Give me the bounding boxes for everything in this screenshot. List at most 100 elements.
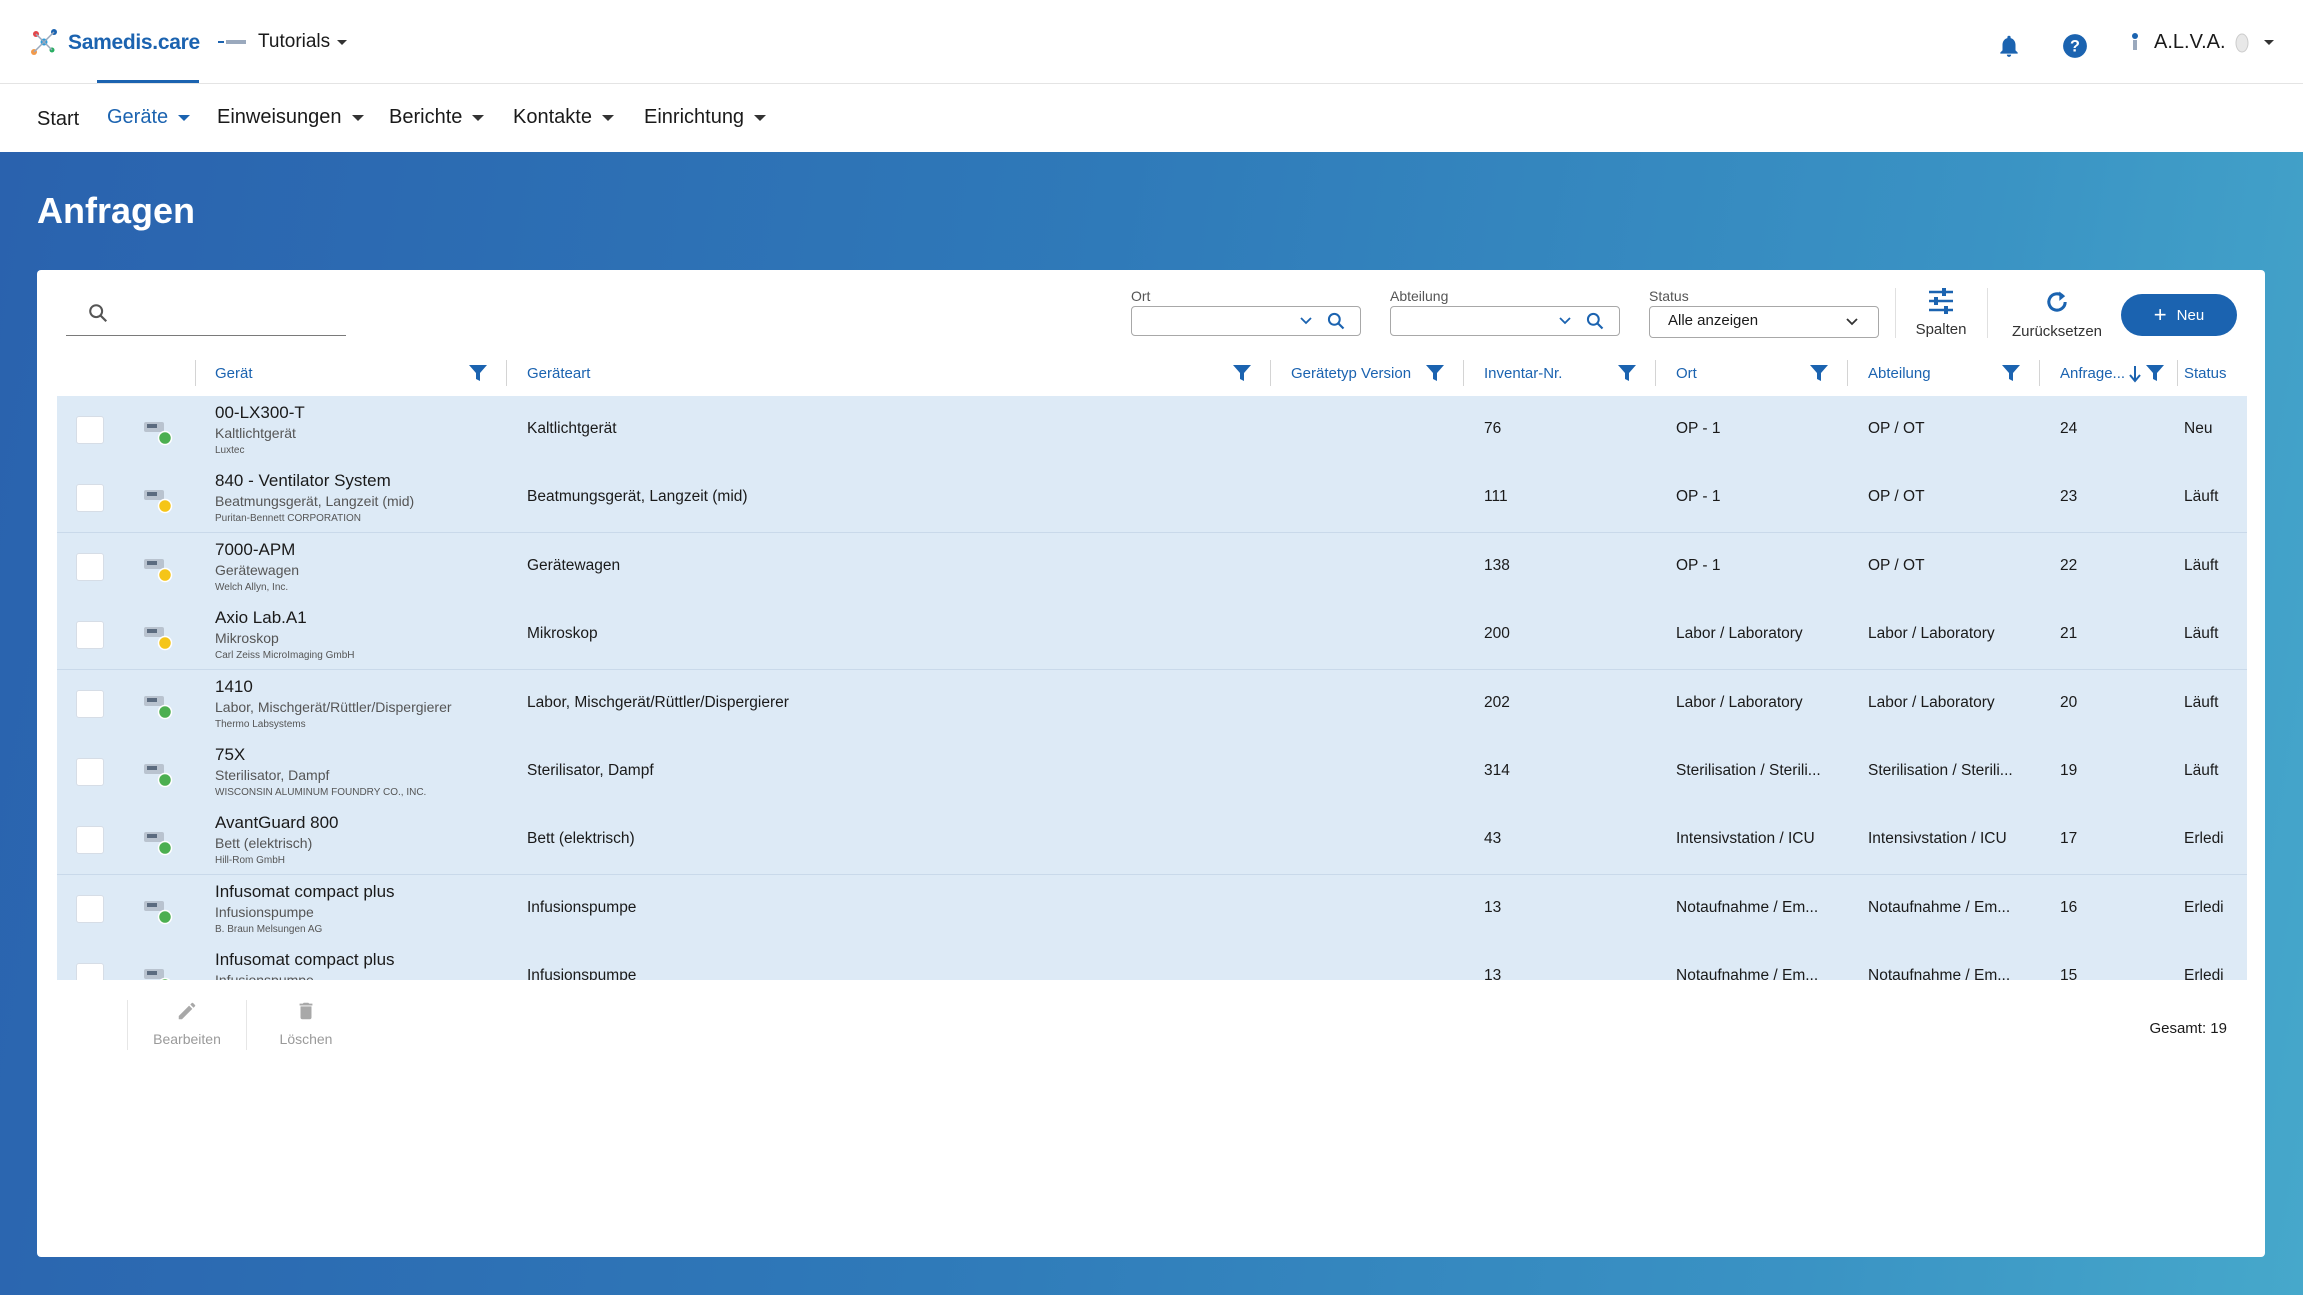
cell-inventar-nr: 76 <box>1484 420 1502 437</box>
filter-icon[interactable] <box>1232 363 1252 383</box>
filter-icon[interactable] <box>1809 363 1829 383</box>
device-thumbnail-icon <box>144 764 173 788</box>
tenant-logo-icon <box>218 40 246 44</box>
row-checkbox[interactable] <box>76 826 104 855</box>
device-thumbnail-icon <box>144 832 173 856</box>
row-checkbox[interactable] <box>76 484 104 513</box>
device-type: Kaltlichtgerät <box>215 425 296 441</box>
table-row[interactable]: 840 - Ventilator System Beatmungsgerät, L… <box>57 464 2247 534</box>
table-header: Gerät Geräteart Gerätetyp Version Invent… <box>57 350 2247 396</box>
device-name: AvantGuard 800 <box>215 813 339 833</box>
col-header-inventar-nr[interactable]: Inventar-Nr. <box>1484 350 1562 396</box>
reset-button[interactable]: Zurücksetzen <box>2009 288 2105 340</box>
main-nav: Start Geräte Einweisungen Berichte Konta… <box>0 84 2303 152</box>
status-dot <box>157 841 173 856</box>
nav-geraete-label: Geräte <box>107 106 169 128</box>
device-manufacturer: Carl Zeiss MicroImaging GmbH <box>215 650 355 662</box>
cell-ort: Intensivstation / ICU <box>1676 830 1815 848</box>
footer-divider <box>246 1000 247 1050</box>
chevron-down-icon <box>472 114 485 121</box>
filter-icon[interactable] <box>2145 363 2165 383</box>
new-button[interactable]: + Neu <box>2121 294 2237 336</box>
chevron-down-icon <box>1846 318 1858 326</box>
filter-icon[interactable] <box>1617 363 1637 383</box>
filter-ort-select[interactable] <box>1131 306 1361 336</box>
samedis-logo[interactable]: Samedis.care <box>28 26 200 60</box>
col-header-anfrage[interactable]: Anfrage... <box>2060 350 2125 396</box>
total-count: Gesamt: 19 <box>2149 1020 2227 1037</box>
table-row[interactable]: Infusomat compact plusInfusionspumpeB. B… <box>57 943 2247 980</box>
filter-status-select[interactable]: Alle anzeigen <box>1649 306 1879 338</box>
device-type: Infusionspumpe <box>215 903 314 920</box>
nav-einrichtung[interactable]: Einrichtung <box>644 106 767 129</box>
user-menu[interactable]: A.L.V.A. <box>2126 31 2274 54</box>
cell-status: Erledi <box>2184 830 2224 848</box>
tenant-name: Tutorials <box>258 31 331 52</box>
table-row[interactable]: 7000-APM Gerätewagen Welch Allyn, Inc. Gerä… <box>57 532 2247 602</box>
table-row[interactable]: Infusomat compact plusInfusionspumpeB. B… <box>57 874 2247 944</box>
cell-ort: OP - 1 <box>1676 556 1721 574</box>
cell-status: Erledi <box>2184 898 2224 916</box>
row-checkbox[interactable] <box>76 552 104 581</box>
chevron-down-icon[interactable] <box>1300 315 1312 327</box>
table-row[interactable]: 00-LX300-T Kaltlichtgerät Luxtec Kaltlichtg… <box>57 396 2247 465</box>
cell-abteilung: Intensivstation / ICU <box>1868 830 2007 848</box>
table-row[interactable]: 75X Sterilisator, Dampf WISCONSIN ALUMINUM… <box>57 738 2247 807</box>
chevron-down-icon <box>351 114 364 121</box>
table-row[interactable]: Axio Lab.A1 Mikroskop Carl Zeiss MicroImag… <box>57 601 2247 671</box>
sort-descending-icon[interactable] <box>2127 363 2143 383</box>
filter-icon[interactable] <box>2001 363 2021 383</box>
row-checkbox[interactable] <box>76 758 104 786</box>
chevron-down-icon[interactable] <box>1559 315 1571 327</box>
nav-berichte[interactable]: Berichte <box>389 106 485 129</box>
status-dot <box>157 499 173 514</box>
row-checkbox[interactable] <box>76 621 104 650</box>
col-header-status[interactable]: Status <box>2184 350 2227 396</box>
bell-icon[interactable] <box>1996 33 2022 59</box>
col-header-label: Anfrage... <box>2060 364 2126 382</box>
row-checkbox[interactable] <box>76 963 104 980</box>
cell-anfrage: 20 <box>2060 693 2078 711</box>
edit-button[interactable]: Bearbeiten <box>147 1000 227 1047</box>
reset-label: Zurücksetzen <box>2011 323 2103 340</box>
filter-icon[interactable] <box>1425 363 1445 383</box>
col-header-label: Status <box>2184 364 2227 382</box>
device-name: 1410 <box>215 676 253 696</box>
cell-geraeteart: Mikroskop <box>527 625 598 643</box>
help-icon[interactable]: ? <box>2062 33 2088 59</box>
nav-start[interactable]: Start <box>37 108 79 131</box>
row-checkbox[interactable] <box>76 416 104 444</box>
brand-name: Samedis.care <box>68 31 200 54</box>
column-separator <box>506 360 507 386</box>
nav-geraete[interactable]: Geräte <box>107 106 191 129</box>
cell-inventar-nr: 13 <box>1484 898 1502 916</box>
table-row[interactable]: 1410 Labor, Mischgerät/Rüttler/Dispergier… <box>57 669 2247 739</box>
col-header-abteilung[interactable]: Abteilung <box>1868 350 1931 396</box>
cell-geraeteart: Labor, Mischgerät/Rüttler/Dispergierer <box>527 693 789 711</box>
search-input[interactable] <box>66 300 346 336</box>
device-thumbnail-icon <box>144 490 173 514</box>
table-row[interactable]: AvantGuard 800 Bett (elektrisch) Hill-Rom … <box>57 806 2247 876</box>
col-header-geraet[interactable]: Gerät <box>215 350 253 396</box>
col-header-geraetetyp-version[interactable]: Gerätetyp Version <box>1291 350 1411 396</box>
filter-abteilung: Abteilung <box>1390 288 1620 336</box>
columns-button[interactable]: Spalten <box>1911 288 1971 338</box>
search-icon[interactable] <box>1585 311 1605 331</box>
delete-button[interactable]: Löschen <box>266 1000 346 1047</box>
row-checkbox[interactable] <box>76 689 104 718</box>
tenant-selector[interactable]: Tutorials <box>218 31 348 53</box>
filter-abteilung-select[interactable] <box>1390 306 1620 336</box>
cell-ort: Notaufnahme / Em... <box>1676 898 1819 916</box>
cell-geraeteart: Infusionspumpe <box>527 898 637 916</box>
cell-ort: OP - 1 <box>1676 488 1721 506</box>
toolbar-divider <box>1987 288 1988 338</box>
chevron-down-icon <box>178 114 191 121</box>
filter-icon[interactable] <box>468 363 488 383</box>
nav-kontakte[interactable]: Kontakte <box>513 106 614 129</box>
search-icon[interactable] <box>1326 311 1346 331</box>
row-checkbox[interactable] <box>76 894 104 923</box>
nav-einweisungen[interactable]: Einweisungen <box>217 106 364 129</box>
col-header-geraeteart[interactable]: Geräteart <box>527 350 590 396</box>
device-thumbnail-icon <box>144 969 171 980</box>
col-header-ort[interactable]: Ort <box>1676 350 1697 396</box>
